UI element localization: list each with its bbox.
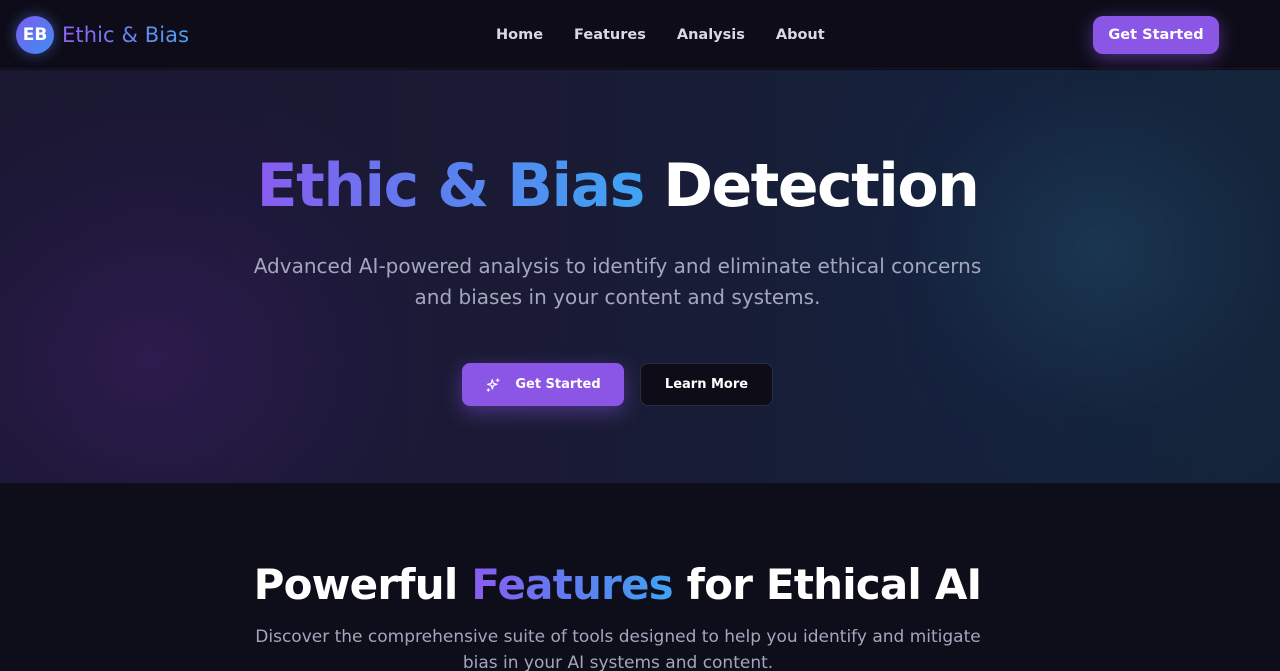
navbar: EB Ethic & Bias Home Features Analysis A… bbox=[0, 0, 1280, 69]
nav-get-started-button[interactable]: Get Started bbox=[1093, 16, 1219, 54]
hero-get-started-label: Get Started bbox=[515, 377, 601, 392]
learn-more-button[interactable]: Learn More bbox=[640, 363, 773, 406]
features-title-before: Powerful bbox=[253, 560, 459, 609]
features-title-highlight: Features bbox=[471, 560, 673, 609]
nav-link-about[interactable]: About bbox=[776, 25, 825, 45]
features-title-after: for Ethical AI bbox=[686, 560, 983, 609]
features-title: Powerful Features for Ethical AI bbox=[0, 559, 1235, 611]
nav-link-analysis[interactable]: Analysis bbox=[677, 25, 745, 45]
hero-title: Ethic & Bias Detection bbox=[0, 150, 1235, 222]
hero-section: Ethic & Bias Detection Advanced AI-power… bbox=[0, 70, 1280, 483]
brand-badge: EB bbox=[16, 16, 54, 54]
hero-title-highlight: Ethic & Bias bbox=[256, 151, 646, 221]
features-section: Powerful Features for Ethical AI Discove… bbox=[0, 483, 1280, 671]
brand-logo[interactable]: EB Ethic & Bias bbox=[16, 16, 189, 54]
brand-name: Ethic & Bias bbox=[62, 23, 190, 47]
nav-link-features[interactable]: Features bbox=[574, 25, 646, 45]
hero-actions: Get Started Learn More bbox=[462, 363, 773, 406]
hero-title-plain: Detection bbox=[663, 151, 980, 221]
hero-subtitle: Advanced AI-powered analysis to identify… bbox=[253, 254, 982, 309]
main-nav: Home Features Analysis About bbox=[496, 25, 825, 45]
features-subtitle: Discover the comprehensive suite of tool… bbox=[255, 627, 981, 671]
nav-link-home[interactable]: Home bbox=[496, 25, 543, 45]
sparkle-icon bbox=[487, 377, 500, 392]
hero-get-started-button[interactable]: Get Started bbox=[462, 363, 624, 406]
